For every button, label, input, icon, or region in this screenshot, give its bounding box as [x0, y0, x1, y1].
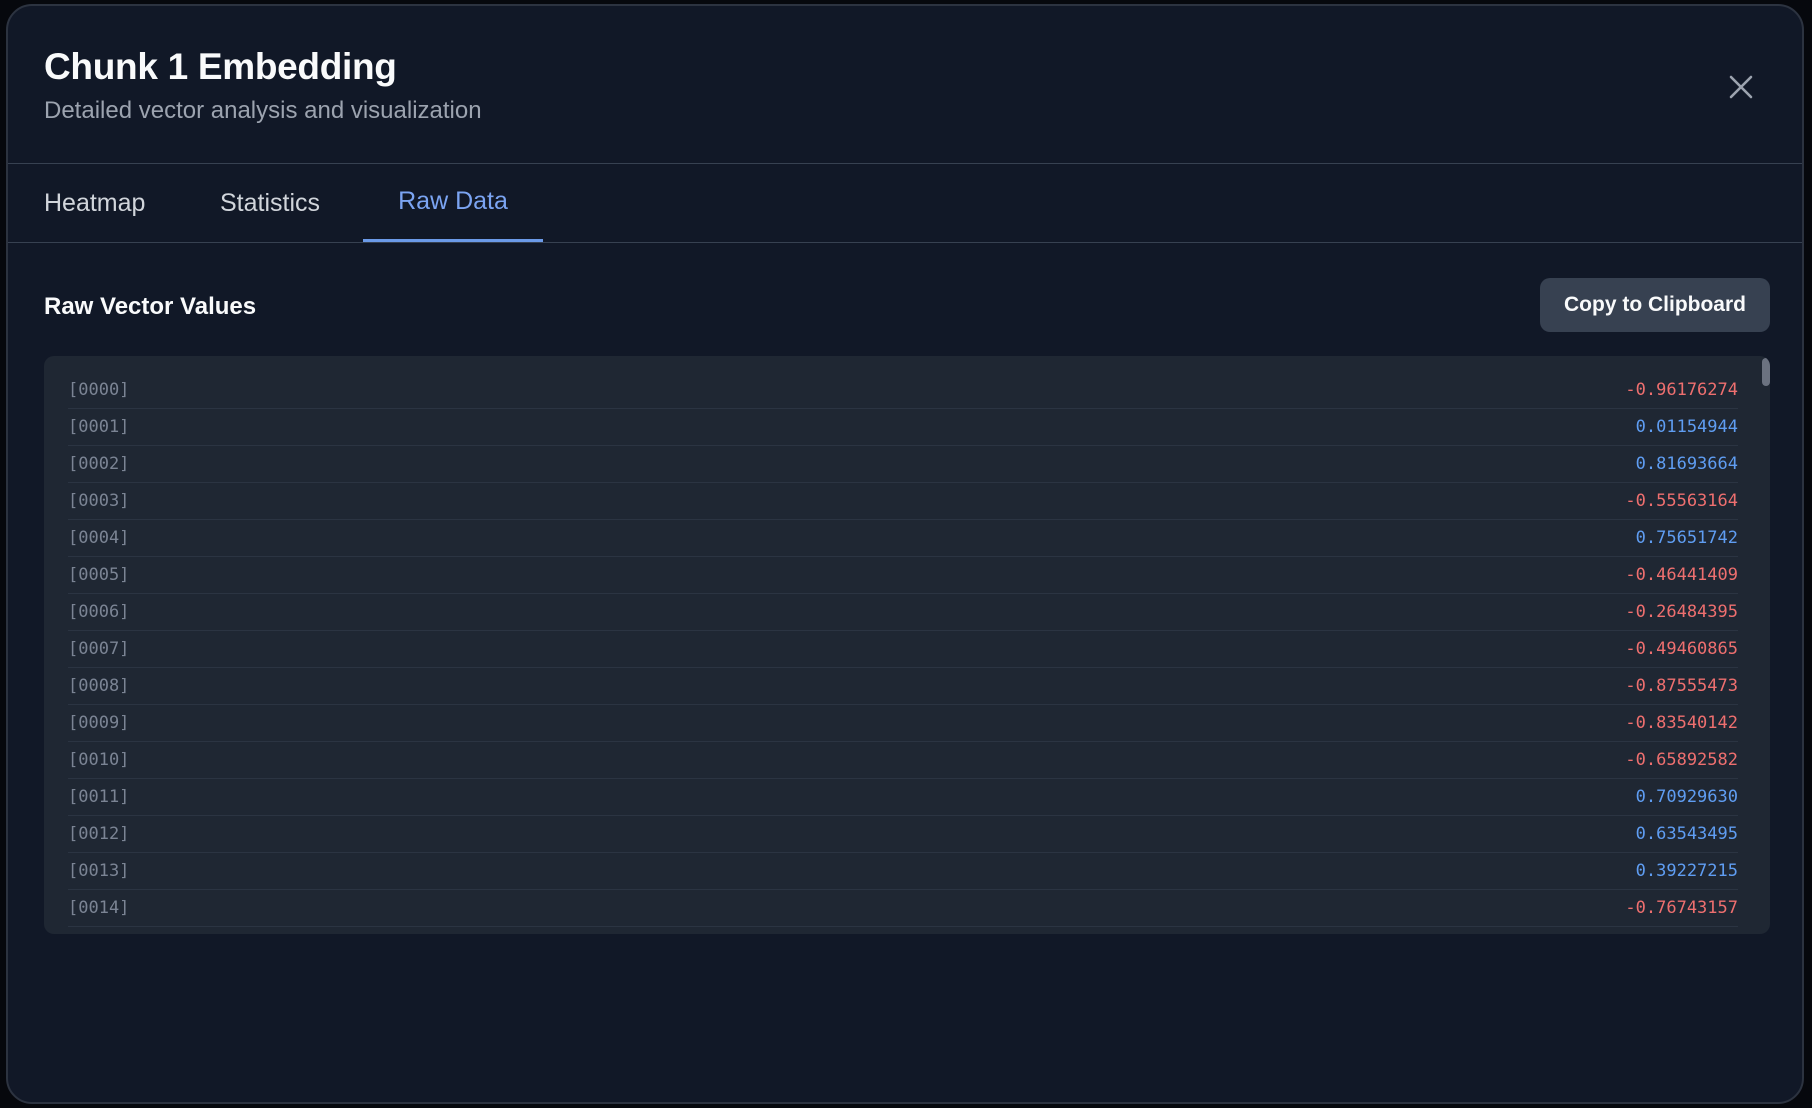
- vector-index: [0011]: [68, 787, 130, 807]
- vector-value: 0.01154944: [1635, 417, 1738, 437]
- close-icon: [1729, 75, 1753, 99]
- close-button[interactable]: [1724, 70, 1758, 104]
- vector-value: -0.65892582: [1625, 750, 1738, 770]
- vector-row: [0009] -0.83540142: [68, 705, 1738, 742]
- embedding-dialog: Chunk 1 Embedding Detailed vector analys…: [6, 4, 1804, 1104]
- vector-row: [0006] -0.26484395: [68, 594, 1738, 631]
- vector-value: 0.39227215: [1635, 861, 1738, 881]
- vector-value: -0.49460865: [1625, 639, 1738, 659]
- vector-index: [0013]: [68, 861, 130, 881]
- vector-row: [0005] -0.46441409: [68, 557, 1738, 594]
- vector-row: [0010] -0.65892582: [68, 742, 1738, 779]
- vector-index: [0006]: [68, 602, 130, 622]
- section-title: Raw Vector Values: [44, 293, 257, 320]
- tab-heatmap[interactable]: Heatmap: [44, 165, 154, 242]
- copy-to-clipboard-button[interactable]: Copy to Clipboard: [1540, 278, 1770, 332]
- vector-value: 0.70929630: [1635, 787, 1738, 807]
- vector-value: -0.87555473: [1625, 676, 1738, 696]
- vector-value: -0.26484395: [1625, 602, 1738, 622]
- vector-index: [0005]: [68, 565, 130, 585]
- vector-value: 0.75651742: [1635, 528, 1738, 548]
- vector-row: [0007] -0.49460865: [68, 631, 1738, 668]
- vector-index: [0014]: [68, 898, 130, 918]
- vector-value: -0.46441409: [1625, 565, 1738, 585]
- vector-value: 0.63543495: [1635, 824, 1738, 844]
- vector-index: [0012]: [68, 824, 130, 844]
- vector-value: 0.81693664: [1635, 454, 1738, 474]
- vector-value: -0.83540142: [1625, 713, 1738, 733]
- scrollbar-thumb[interactable]: [1762, 358, 1770, 386]
- vector-index: [0000]: [68, 380, 130, 400]
- vector-row: [0013] 0.39227215: [68, 853, 1738, 890]
- vector-index: [0010]: [68, 750, 130, 770]
- vector-row: [0014] -0.76743157: [68, 890, 1738, 927]
- vector-row: [0012] 0.63543495: [68, 816, 1738, 853]
- vector-index: [0008]: [68, 676, 130, 696]
- vector-value: -0.76743157: [1625, 898, 1738, 918]
- vector-value: -0.96176274: [1625, 380, 1738, 400]
- tab-statistics[interactable]: Statistics: [220, 165, 342, 242]
- dialog-header: Chunk 1 Embedding Detailed vector analys…: [8, 6, 1802, 164]
- vector-index: [0001]: [68, 417, 130, 437]
- vector-index: [0003]: [68, 491, 130, 511]
- vector-row: [0002] 0.81693664: [68, 446, 1738, 483]
- tab-bar: Heatmap Statistics Raw Data: [8, 165, 1802, 243]
- tab-raw-data[interactable]: Raw Data: [363, 165, 543, 242]
- vector-index: [0004]: [68, 528, 130, 548]
- vector-index: [0009]: [68, 713, 130, 733]
- vector-row: [0001] 0.01154944: [68, 409, 1738, 446]
- vector-row: [0000] -0.96176274: [68, 372, 1738, 409]
- dialog-title: Chunk 1 Embedding: [44, 46, 397, 87]
- raw-vector-panel[interactable]: [0000] -0.96176274 [0001] 0.01154944 [0002] 0…: [44, 356, 1770, 934]
- dialog-subtitle: Detailed vector analysis and visualizati…: [44, 97, 482, 124]
- vector-row: [0004] 0.75651742: [68, 520, 1738, 557]
- vector-index: [0002]: [68, 454, 130, 474]
- vector-index: [0007]: [68, 639, 130, 659]
- vector-value-list: [0000] -0.96176274 [0001] 0.01154944 [0002] 0…: [68, 372, 1738, 934]
- vector-row: [0011] 0.70929630: [68, 779, 1738, 816]
- vector-row: [0003] -0.55563164: [68, 483, 1738, 520]
- vector-value: -0.55563164: [1625, 491, 1738, 511]
- vector-row: [0008] -0.87555473: [68, 668, 1738, 705]
